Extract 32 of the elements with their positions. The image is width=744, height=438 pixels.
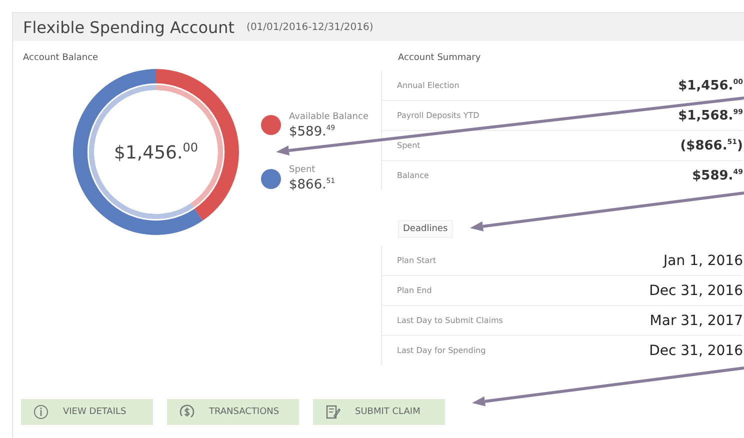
row-label: Plan End [397,286,432,295]
row-value: Mar 31, 2017 [650,312,743,328]
legend-amount: $866.$^{51}$ [289,177,336,192]
page-title: Flexible Spending Account [23,18,235,36]
row-value: Dec 31, 2016 [649,342,743,358]
plan-period: (01/01/2016-12/31/2016) [246,22,374,32]
action-button[interactable]: VIEW DETAILS [21,399,153,425]
row-value: $1,456.$^{00}$ [678,78,743,94]
form-pen-icon [325,404,341,420]
section-title: Account Summary [398,53,481,63]
section-title: Account Balance [23,53,100,63]
legend-label: Spent [289,165,316,175]
row-value: ($866.$^{51}$) [680,138,743,154]
total-amount: $1,456.$^{00}$ [114,140,198,164]
row-label: Spent [397,141,420,150]
action-button[interactable]: SUBMIT CLAIM [313,399,445,425]
action-button[interactable]: TRANSACTIONS [167,399,299,425]
row-label: Last Day for Spending [397,346,486,355]
legend-amount: $589.$^{49}$ [289,124,336,139]
row-value: $1,568.$^{99}$ [678,108,743,124]
info-icon [33,404,49,420]
row-label: Annual Election [397,81,460,90]
row-value: $589.$^{49}$ [692,168,743,184]
section-label: Deadlines [398,220,453,238]
row-value: Dec 31, 2016 [649,282,743,298]
row-label: Plan Start [397,256,436,265]
row-label: Last Day to Submit Claims [397,316,503,325]
row-label: Payroll Deposits YTD [397,111,480,120]
legend-label: Available Balance [289,112,368,122]
dollar-icon [179,404,195,420]
row-value: Jan 1, 2016 [664,252,743,268]
row-label: Balance [397,171,429,180]
